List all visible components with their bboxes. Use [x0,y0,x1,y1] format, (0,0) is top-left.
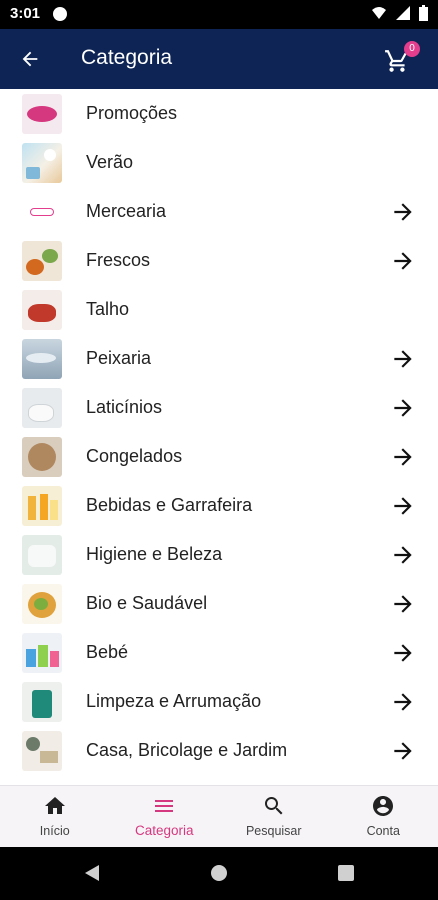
category-label: Limpeza e Arrumação [86,691,262,711]
category-item-congelados[interactable]: Congelados [0,432,438,481]
status-bar: 3:01 [0,0,438,29]
arrow-left-icon [22,51,38,67]
category-thumbnail [22,437,62,477]
category-thumbnail [22,94,62,134]
category-label: Talho [86,299,130,319]
home-icon [44,797,65,814]
nav-item-categoria[interactable]: Categoria [110,786,220,847]
category-thumbnail [22,388,62,428]
arrow-right-icon [394,399,412,417]
category-label: Verão [86,152,134,172]
wifi-icon [372,7,386,19]
nav-label: Início [39,824,70,838]
arrow-right-icon [394,595,412,613]
signal-icon [396,6,410,20]
category-item-bebidas[interactable]: Bebidas e Garrafeira [0,481,438,530]
category-label: Bebé [86,642,129,662]
battery-icon [419,5,428,21]
arrow-right-icon [394,742,412,760]
arrow-right-icon [394,350,412,368]
nav-item-conta[interactable]: Conta [329,786,438,847]
search-icon [264,797,283,815]
category-label: Peixaria [86,348,152,368]
system-navigation-bar [0,847,438,900]
category-label: Frescos [86,250,151,270]
category-label: Bebidas e Garrafeira [86,495,253,515]
category-item-limpeza[interactable]: Limpeza e Arrumação [0,677,438,726]
category-thumbnail [22,339,62,379]
arrow-right-icon [394,497,412,515]
arrow-right-icon [394,448,412,466]
category-thumbnail [22,192,62,232]
app-bar: Categoria 0 [0,29,438,89]
category-label: Congelados [86,446,183,466]
category-item-higiene[interactable]: Higiene e Beleza [0,530,438,579]
category-thumbnail [22,143,62,183]
arrow-right-icon [394,203,412,221]
arrow-right-icon [394,693,412,711]
category-thumbnail [22,584,62,624]
category-thumbnail [22,486,62,526]
system-back-icon[interactable] [83,864,101,882]
cart-count-badge: 0 [404,41,420,57]
bottom-navigation: Início Categoria Pesquisar Conta [0,785,438,847]
category-item-verao[interactable]: Verão [0,138,438,187]
category-label: Laticínios [86,397,163,417]
category-item-bebe[interactable]: Bebé [0,628,438,677]
category-thumbnail [22,290,62,330]
arrow-right-icon [394,644,412,662]
nav-item-pesquisar[interactable]: Pesquisar [219,786,329,847]
category-item-laticinios[interactable]: Laticínios [0,383,438,432]
category-label: Bio e Saudável [86,593,208,613]
menu-icon [155,800,174,812]
category-label: Promoções [86,103,178,123]
status-icons [371,5,428,21]
nav-label: Conta [366,824,400,838]
category-thumbnail [22,241,62,281]
nav-label: Categoria [134,823,194,838]
category-label: Casa, Bricolage e Jardim [86,740,288,760]
system-home-icon[interactable] [210,864,228,882]
category-thumbnail [22,535,62,575]
nav-label: Pesquisar [245,824,302,838]
notification-icon [53,7,67,21]
category-thumbnail [22,633,62,673]
arrow-right-icon [394,546,412,564]
category-list: Promoções Verão Mercearia Frescos Talho [0,89,438,785]
system-recents-icon[interactable] [338,865,354,881]
arrow-right-icon [394,252,412,270]
category-label: Mercearia [86,201,167,221]
nav-item-inicio[interactable]: Início [0,786,110,847]
category-item-talho[interactable]: Talho [0,285,438,334]
category-item-casa[interactable]: Casa, Bricolage e Jardim [0,726,438,775]
category-item-mercearia[interactable]: Mercearia [0,187,438,236]
account-icon [373,796,394,816]
status-time: 3:01 [10,5,41,22]
category-item-bio[interactable]: Bio e Saudável [0,579,438,628]
category-thumbnail [22,682,62,722]
category-thumbnail [22,731,62,771]
category-label: Higiene e Beleza [86,544,223,564]
page-title: Categoria [81,46,173,69]
back-button[interactable] [12,41,48,77]
cart-button[interactable]: 0 [384,41,420,77]
category-item-peixaria[interactable]: Peixaria [0,334,438,383]
category-item-promocoes[interactable]: Promoções [0,89,438,138]
category-item-frescos[interactable]: Frescos [0,236,438,285]
